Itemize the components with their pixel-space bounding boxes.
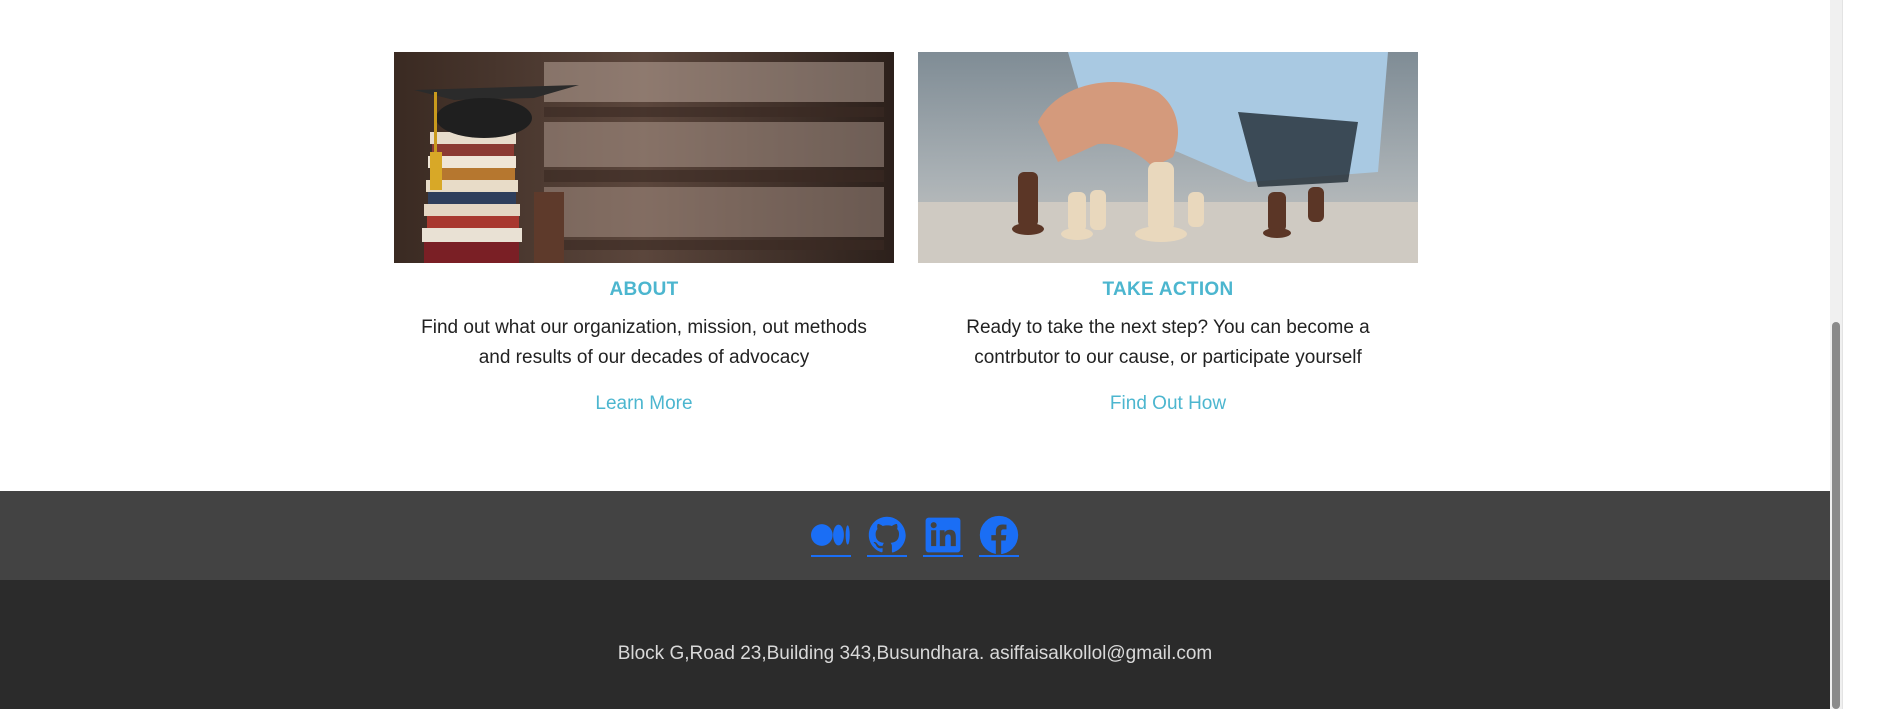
social-bar bbox=[0, 491, 1830, 580]
github-icon bbox=[868, 516, 906, 552]
linkedin-icon bbox=[925, 517, 961, 552]
side-pane bbox=[1842, 0, 1878, 709]
medium-link[interactable] bbox=[811, 515, 851, 557]
about-title: ABOUT bbox=[609, 279, 679, 300]
find-out-how-link[interactable]: Find Out How bbox=[1110, 393, 1226, 415]
facebook-icon bbox=[979, 515, 1019, 554]
take-action-title: TAKE ACTION bbox=[1102, 279, 1234, 300]
about-text: Find out what our organization, mission,… bbox=[421, 317, 867, 368]
linkedin-link[interactable] bbox=[923, 515, 963, 557]
page: ABOUT Find out what our organization, mi… bbox=[0, 0, 1830, 709]
medium-icon bbox=[811, 523, 850, 546]
take-action-card: TAKE ACTION Ready to take the next step?… bbox=[918, 52, 1418, 415]
vertical-scrollbar[interactable] bbox=[1830, 0, 1842, 709]
github-link[interactable] bbox=[867, 515, 907, 557]
about-image bbox=[394, 52, 894, 263]
scrollbar-thumb[interactable] bbox=[1832, 322, 1840, 709]
facebook-link[interactable] bbox=[979, 515, 1019, 557]
footer: Block G,Road 23,Building 343,Busundhara.… bbox=[0, 580, 1830, 709]
about-card: ABOUT Find out what our organization, mi… bbox=[394, 52, 894, 415]
take-action-image bbox=[918, 52, 1418, 263]
learn-more-link[interactable]: Learn More bbox=[595, 393, 692, 415]
footer-address: Block G,Road 23,Building 343,Busundhara.… bbox=[617, 643, 1213, 664]
take-action-text: Ready to take the next step? You can bec… bbox=[966, 317, 1370, 368]
